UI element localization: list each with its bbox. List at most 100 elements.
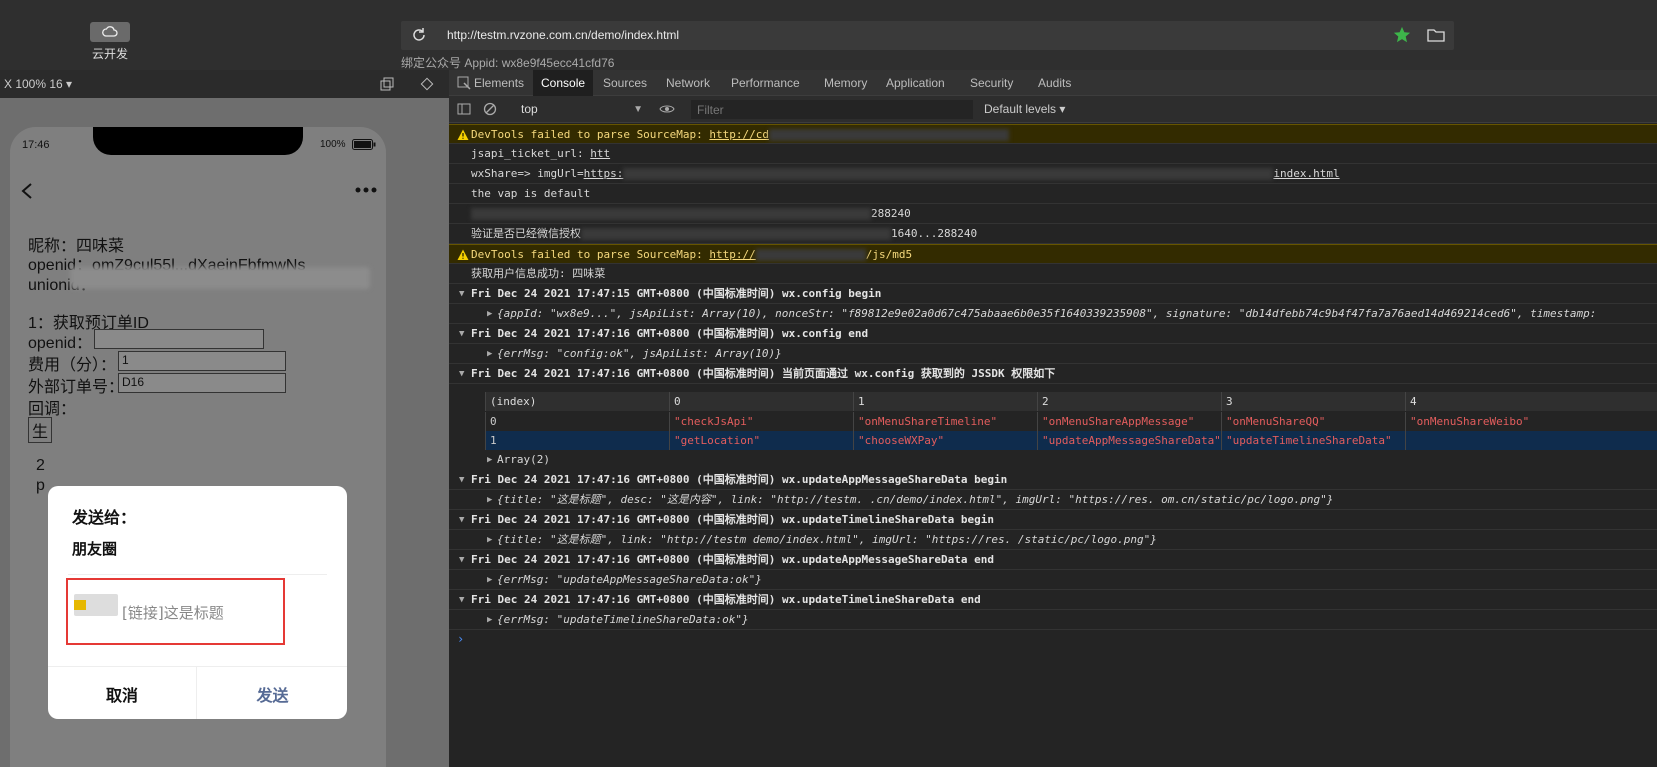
- console-prompt[interactable]: ›: [457, 632, 464, 646]
- table-header-cell[interactable]: 1: [853, 392, 1037, 411]
- tab-sources[interactable]: Sources: [595, 70, 655, 96]
- step2-title: 2: [36, 457, 45, 474]
- sourcemap-link[interactable]: http://cd: [709, 128, 769, 141]
- group-title: Fri Dec 24 2021 17:47:16 GMT+0800 (中国标准时…: [471, 327, 869, 340]
- link-title: [链接]这是标题: [122, 604, 224, 622]
- table-cell: "onMenuShareTimeline": [853, 412, 1037, 431]
- expand-caret-icon[interactable]: ▼: [459, 510, 464, 529]
- tab-performance[interactable]: Performance: [723, 70, 808, 96]
- openid-field[interactable]: [94, 329, 264, 349]
- table-cell: "onMenuShareQQ": [1221, 412, 1405, 431]
- generate-button[interactable]: 生: [28, 417, 53, 443]
- table-cell: 1: [485, 431, 669, 450]
- expand-caret-icon[interactable]: ▶: [487, 450, 492, 470]
- sidebar-toggle-icon[interactable]: [457, 102, 471, 116]
- order-field[interactable]: D16: [118, 373, 286, 393]
- cloud-dev-button[interactable]: [90, 22, 130, 42]
- console-object[interactable]: ▶ {errMsg: "config:ok", jsApiList: Array…: [449, 344, 1657, 364]
- callback-label: 回调：: [28, 401, 77, 418]
- warning-icon: [457, 249, 469, 260]
- expand-caret-icon[interactable]: ▼: [459, 284, 464, 303]
- table-row[interactable]: 1 "getLocation" "chooseWXPay" "updateApp…: [485, 431, 1657, 450]
- console-object[interactable]: ▶ {title: "这是标题", link: "http://testm de…: [449, 530, 1657, 550]
- table-header-cell[interactable]: 0: [669, 392, 853, 411]
- tab-security[interactable]: Security: [962, 70, 1021, 96]
- fee-field[interactable]: 1: [118, 351, 286, 371]
- console-group[interactable]: ▼ Fri Dec 24 2021 17:47:16 GMT+0800 (中国标…: [449, 550, 1657, 570]
- expand-caret-icon[interactable]: ▶: [487, 344, 492, 363]
- table-cell: "onMenuShareAppMessage": [1037, 412, 1221, 431]
- log-text: 288240: [471, 204, 911, 223]
- battery-icon: [352, 139, 376, 150]
- url-text[interactable]: http://testm.rvzone.com.cn/demo/index.ht…: [447, 28, 679, 42]
- more-icon[interactable]: [355, 187, 377, 193]
- table-header-cell[interactable]: 3: [1221, 392, 1405, 411]
- object-preview: {errMsg: "config:ok", jsApiList: Array(1…: [497, 347, 782, 360]
- send-button[interactable]: 发送: [198, 667, 347, 719]
- table-row[interactable]: 0 "checkJsApi" "onMenuShareTimeline" "on…: [485, 412, 1657, 431]
- object-preview: {title: "这是标题", link: "http://testm demo…: [497, 533, 1157, 546]
- tab-console[interactable]: Console: [533, 70, 594, 96]
- tab-memory[interactable]: Memory: [816, 70, 875, 96]
- expand-caret-icon[interactable]: ▼: [459, 590, 464, 609]
- tab-audits[interactable]: Audits: [1030, 70, 1079, 96]
- table-header-cell[interactable]: 2: [1037, 392, 1221, 411]
- group-title: Fri Dec 24 2021 17:47:16 GMT+0800 (中国标准时…: [471, 513, 994, 526]
- back-icon[interactable]: [20, 182, 34, 200]
- console-output: DevTools failed to parse SourceMap: http…: [449, 124, 1657, 767]
- console-object[interactable]: ▶ Array(2): [449, 450, 1657, 470]
- expand-caret-icon[interactable]: ▶: [487, 570, 492, 589]
- cancel-button[interactable]: 取消: [48, 667, 197, 719]
- table-header-cell[interactable]: (index): [485, 392, 669, 411]
- console-group[interactable]: ▼ Fri Dec 24 2021 17:47:16 GMT+0800 (中国标…: [449, 510, 1657, 530]
- log-text: the vap is default: [471, 187, 591, 200]
- folder-icon[interactable]: [1427, 27, 1445, 43]
- expand-caret-icon[interactable]: ▶: [487, 304, 492, 323]
- expand-caret-icon[interactable]: ▶: [487, 490, 492, 509]
- share-link-tail[interactable]: index.html: [1273, 167, 1339, 180]
- tab-application[interactable]: Application: [878, 70, 953, 96]
- expand-caret-icon[interactable]: ▶: [487, 530, 492, 549]
- expand-caret-icon[interactable]: ▼: [459, 550, 464, 569]
- console-object[interactable]: ▶ {errMsg: "updateAppMessageShareData:ok…: [449, 570, 1657, 590]
- table-cell: "checkJsApi": [669, 412, 853, 431]
- context-select[interactable]: top ▼: [519, 100, 649, 119]
- table-header-cell[interactable]: 4: [1405, 392, 1589, 411]
- console-object[interactable]: ▶ {errMsg: "updateTimelineShareData:ok"}: [449, 610, 1657, 630]
- share-link[interactable]: https:: [584, 167, 624, 180]
- fee-label: 费用（分）：: [28, 357, 117, 374]
- console-object[interactable]: ▶ {title: "这是标题", desc: "这是内容", link: "h…: [449, 490, 1657, 510]
- object-preview: {appId: "wx8e9...", jsApiList: Array(10)…: [497, 307, 1597, 320]
- sourcemap-link[interactable]: http://: [709, 248, 755, 261]
- expand-caret-icon[interactable]: ▼: [459, 324, 464, 343]
- console-group[interactable]: ▼ Fri Dec 24 2021 17:47:16 GMT+0800 (中国标…: [449, 590, 1657, 610]
- device-zoom-select[interactable]: X 100% 16 ▾: [4, 77, 72, 91]
- console-group[interactable]: ▼ Fri Dec 24 2021 17:47:16 GMT+0800 (中国标…: [449, 324, 1657, 344]
- log-text: jsapi_ticket_url: htt: [471, 147, 611, 160]
- share-dialog: 发送给： 朋友圈 [链接]这是标题 取消 发送: [48, 486, 347, 719]
- console-group[interactable]: ▼ Fri Dec 24 2021 17:47:16 GMT+0800 (中国标…: [449, 470, 1657, 490]
- warning-text: DevTools failed to parse SourceMap: http…: [471, 248, 913, 261]
- reload-icon[interactable]: [411, 27, 427, 43]
- clear-console-icon[interactable]: [483, 102, 497, 116]
- filter-input[interactable]: [691, 100, 973, 119]
- expand-caret-icon[interactable]: ▶: [487, 610, 492, 629]
- expand-caret-icon[interactable]: ▼: [459, 470, 464, 489]
- jsapi-link[interactable]: htt: [590, 147, 610, 160]
- tab-network[interactable]: Network: [658, 70, 718, 96]
- console-object[interactable]: ▶ {appId: "wx8e9...", jsApiList: Array(1…: [449, 304, 1657, 324]
- eye-icon[interactable]: [659, 102, 675, 116]
- dialog-divider: [68, 574, 327, 575]
- table-cell: "updateTimelineShareData": [1221, 431, 1405, 450]
- rotate-icon[interactable]: [380, 77, 394, 91]
- star-icon[interactable]: [1393, 26, 1411, 44]
- address-bar[interactable]: http://testm.rvzone.com.cn/demo/index.ht…: [401, 21, 1454, 50]
- log-text: 获取用户信息成功: 四味菜: [471, 267, 606, 280]
- console-group[interactable]: ▼ Fri Dec 24 2021 17:47:16 GMT+0800 (中国标…: [449, 364, 1657, 384]
- expand-caret-icon[interactable]: ▼: [459, 364, 464, 383]
- inspect-device-icon[interactable]: [420, 77, 434, 91]
- table-cell: "updateAppMessageShareData": [1037, 431, 1221, 450]
- log-levels-select[interactable]: Default levels ▾: [984, 102, 1065, 116]
- console-group[interactable]: ▼ Fri Dec 24 2021 17:47:15 GMT+0800 (中国标…: [449, 284, 1657, 304]
- tab-elements[interactable]: Elements: [466, 70, 532, 96]
